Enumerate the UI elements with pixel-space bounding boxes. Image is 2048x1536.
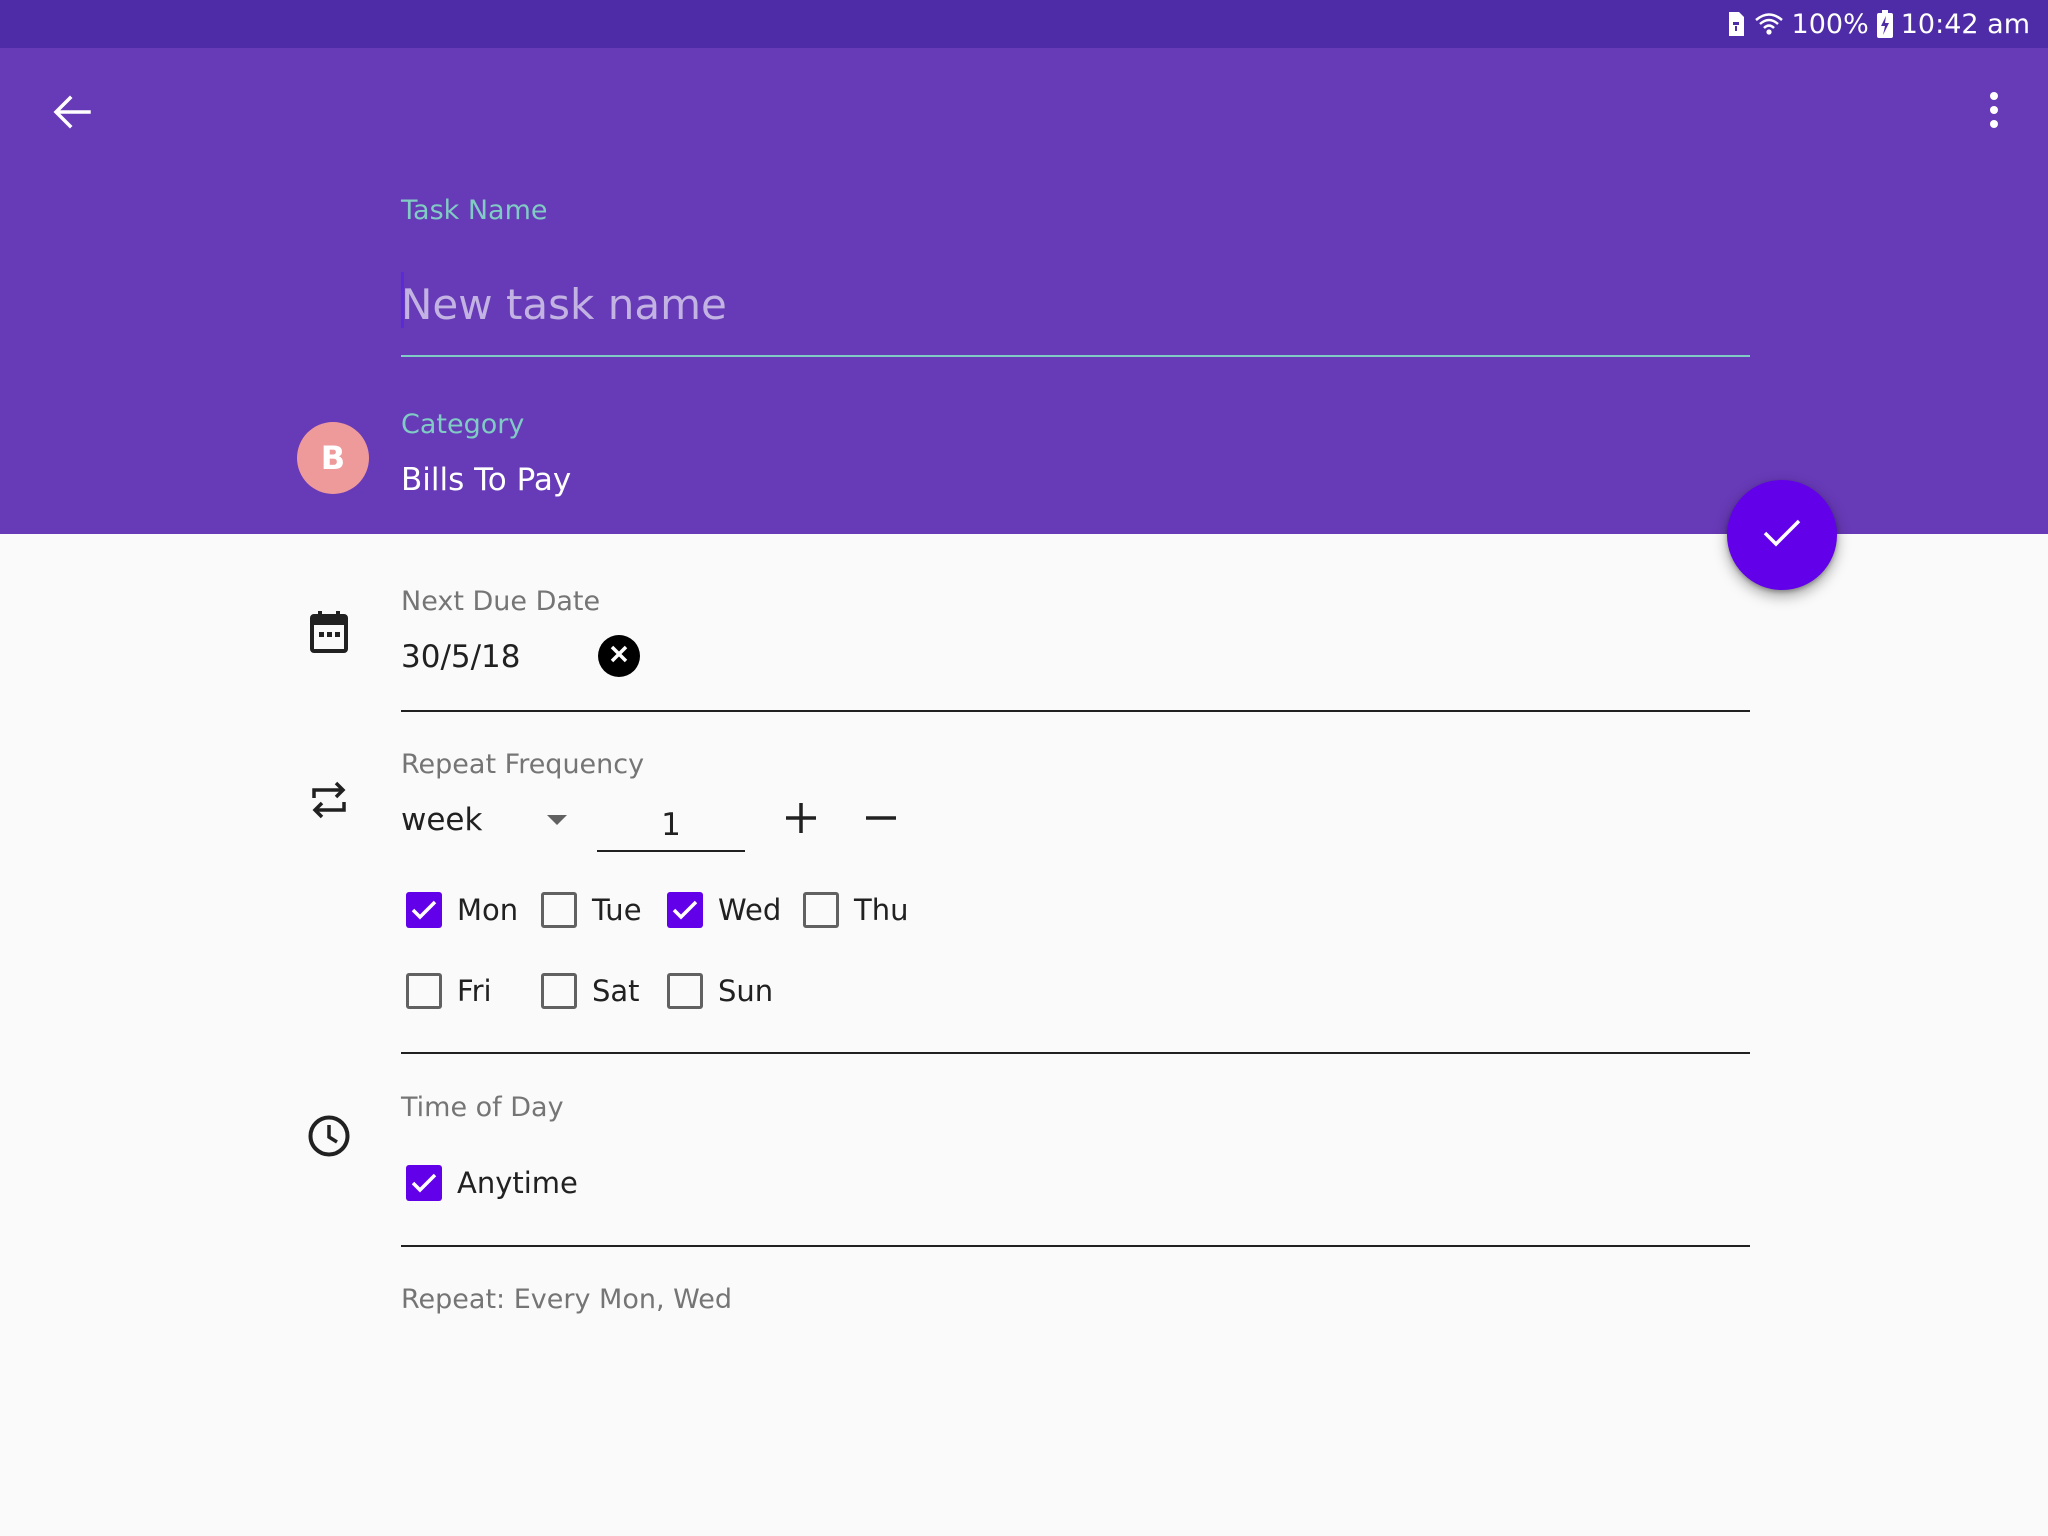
checkbox-box — [406, 892, 442, 928]
task-name-label: Task Name — [401, 195, 548, 226]
status-icons: 100% 10:42 am — [1726, 0, 2030, 48]
due-date-value[interactable]: 30/5/18 — [401, 639, 521, 675]
day-label: Fri — [457, 974, 492, 1008]
save-fab-button[interactable] — [1727, 480, 1837, 590]
checkbox-box — [667, 892, 703, 928]
more-vert-icon — [1989, 92, 1999, 132]
back-button[interactable] — [40, 82, 104, 146]
checkbox-box — [406, 1165, 442, 1201]
arrow-back-icon — [53, 95, 91, 133]
divider-due-date — [401, 710, 1750, 712]
checkbox-box — [406, 973, 442, 1009]
day-label: Tue — [592, 893, 642, 927]
repeat-count-input[interactable] — [597, 800, 745, 852]
check-mark-icon — [411, 1173, 437, 1193]
battery-percent: 100% — [1791, 8, 1869, 40]
minus-icon — [865, 802, 897, 838]
text-cursor — [401, 272, 404, 328]
repeat-icon — [301, 772, 357, 828]
battery-charging-icon — [1876, 10, 1893, 38]
repeat-unit-select[interactable]: week — [401, 796, 567, 844]
day-label: Sat — [592, 974, 640, 1008]
day-checkbox-sun[interactable]: Sun — [667, 967, 773, 1015]
day-label: Wed — [718, 893, 782, 927]
check-mark-icon — [672, 900, 698, 920]
anytime-checkbox[interactable]: Anytime — [406, 1159, 578, 1207]
repeat-summary: Repeat: Every Mon, Wed — [401, 1284, 732, 1315]
sim-card-icon — [1726, 11, 1746, 37]
day-checkbox-fri[interactable]: Fri — [406, 967, 492, 1015]
plus-icon — [785, 802, 817, 838]
day-checkbox-wed[interactable]: Wed — [667, 886, 781, 934]
divider-repeat — [401, 1052, 1750, 1054]
status-bar: 100% 10:42 am — [0, 0, 2048, 48]
dropdown-arrow-icon — [547, 811, 567, 830]
day-label: Thu — [854, 893, 909, 927]
task-name-input[interactable] — [401, 262, 1750, 346]
checkbox-box — [803, 892, 839, 928]
time-of-day-label: Time of Day — [401, 1092, 564, 1123]
due-date-label: Next Due Date — [401, 586, 601, 617]
checkbox-box — [541, 892, 577, 928]
clock-icon — [301, 1108, 357, 1164]
day-checkbox-thu[interactable]: Thu — [803, 886, 908, 934]
day-label: Mon — [457, 893, 519, 927]
check-icon — [1762, 517, 1802, 553]
decrement-button[interactable] — [857, 796, 905, 844]
clear-date-button[interactable] — [598, 635, 640, 677]
check-mark-icon — [411, 900, 437, 920]
checkbox-box — [667, 973, 703, 1009]
overflow-menu-button[interactable] — [1972, 80, 2016, 144]
repeat-frequency-label: Repeat Frequency — [401, 749, 645, 780]
repeat-unit-value: week — [401, 802, 483, 838]
day-checkbox-sat[interactable]: Sat — [541, 967, 640, 1015]
category-avatar[interactable]: B — [297, 422, 369, 494]
task-name-underline — [401, 355, 1750, 357]
category-value[interactable]: Bills To Pay — [401, 462, 571, 498]
status-time: 10:42 am — [1900, 8, 2030, 40]
calendar-icon — [301, 604, 357, 660]
anytime-label: Anytime — [457, 1166, 578, 1200]
day-label: Sun — [718, 974, 774, 1008]
divider-time-of-day — [401, 1245, 1750, 1247]
day-checkbox-mon[interactable]: Mon — [406, 886, 518, 934]
clear-icon — [609, 644, 629, 668]
checkbox-box — [541, 973, 577, 1009]
category-label: Category — [401, 409, 525, 440]
increment-button[interactable] — [777, 796, 825, 844]
day-checkbox-tue[interactable]: Tue — [541, 886, 642, 934]
wifi-icon — [1754, 11, 1784, 37]
